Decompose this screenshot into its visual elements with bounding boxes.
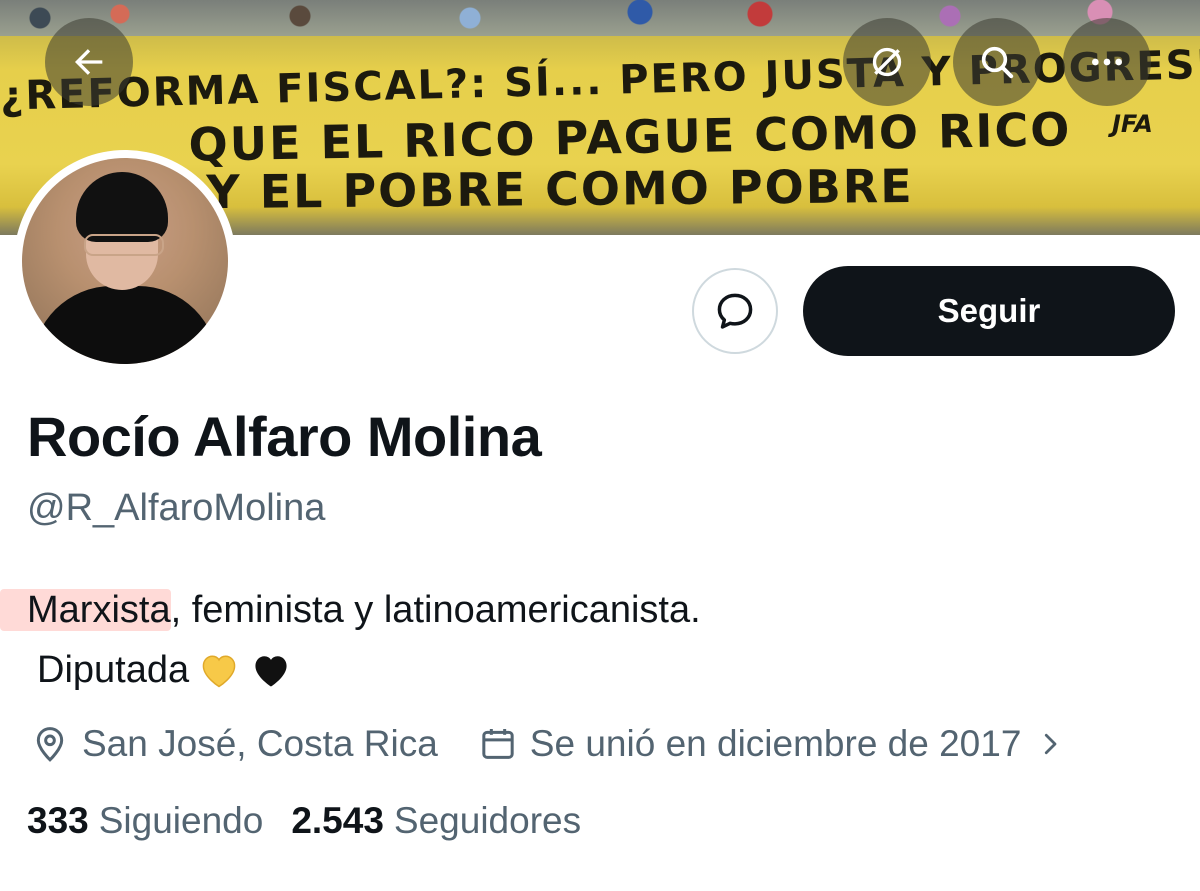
chevron-right-icon [1045, 733, 1057, 755]
avatar-photo [22, 158, 228, 364]
followers-label: Seguidores [393, 800, 582, 841]
back-button[interactable] [45, 18, 133, 106]
bio-line2: Diputada [37, 649, 190, 691]
profile-meta: San José, Costa Rica Se unió en diciembr… [30, 716, 1065, 772]
more-dots-icon [1092, 58, 1122, 66]
following-count: 333 [27, 800, 89, 841]
joined-text: Se unió en diciembre de 2017 [529, 723, 1022, 764]
message-button[interactable] [692, 268, 778, 354]
search-icon [981, 46, 1014, 79]
arrow-left-icon [75, 49, 103, 75]
profile-handle: @R_AlfaroMolina [27, 487, 326, 529]
banner-logo-text: JFA [1112, 110, 1153, 138]
following-label: Siguiendo [98, 800, 264, 841]
profile-name: Rocío Alfaro Molina [27, 405, 542, 468]
location-pin-icon [36, 727, 64, 762]
chat-bubble-icon [717, 293, 753, 329]
bio-text: , feminista y latinoamericanista. [170, 589, 701, 631]
calendar-icon [482, 729, 514, 759]
profile-bio: Marxista, feminista y latinoamericanista… [0, 580, 701, 700]
followers-link[interactable]: 2.543 Seguidores [291, 800, 581, 842]
more-button[interactable] [1063, 18, 1151, 106]
bio-highlight: Marxista [0, 589, 171, 631]
location-item: San José, Costa Rica [30, 723, 438, 765]
profile-stats: 333 Siguiendo 2.543 Seguidores [27, 800, 581, 842]
location-text: San José, Costa Rica [82, 723, 438, 764]
yellow-heart-icon [202, 655, 236, 688]
grok-button[interactable] [843, 18, 931, 106]
search-button[interactable] [953, 18, 1041, 106]
slash-circle-icon [872, 47, 902, 77]
following-link[interactable]: 333 Siguiendo [27, 800, 263, 842]
joined-item[interactable]: Se unió en diciembre de 2017 [478, 723, 1066, 765]
avatar[interactable] [14, 150, 236, 372]
black-heart-icon [255, 656, 287, 687]
followers-count: 2.543 [291, 800, 384, 841]
follow-button[interactable]: Seguir [803, 266, 1175, 356]
